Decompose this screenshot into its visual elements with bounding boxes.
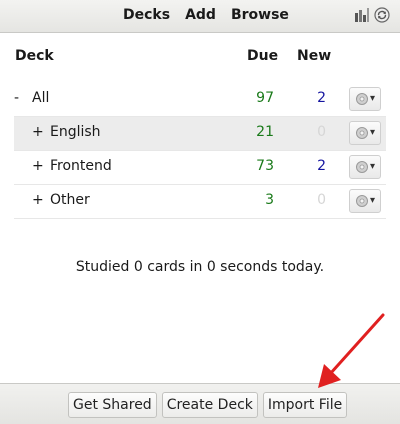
deck-label[interactable]: Other — [50, 192, 90, 208]
bottom-bar: Get Shared Create Deck Import File — [0, 383, 400, 424]
deck-table-header: Deck Due New — [14, 40, 386, 72]
gear-icon — [355, 127, 368, 139]
gear-icon — [355, 195, 368, 207]
new-count: 0 — [317, 192, 326, 208]
due-count: 3 — [265, 192, 274, 208]
header-due: Due — [247, 48, 279, 64]
due-count: 21 — [256, 124, 274, 140]
nav-decks-link[interactable]: Decks — [123, 7, 170, 23]
deck-row-other[interactable]: + Other 3 0 ▾ — [14, 185, 386, 219]
sync-icon[interactable] — [374, 7, 390, 23]
deck-label[interactable]: English — [50, 124, 101, 140]
deck-label[interactable]: Frontend — [50, 158, 112, 174]
gear-icon — [355, 93, 368, 105]
chevron-down-icon: ▾ — [369, 127, 376, 138]
bottom-buttons: Get Shared Create Deck Import File — [68, 392, 348, 418]
expand-toggle[interactable]: + — [32, 158, 50, 174]
collapse-toggle[interactable]: - — [14, 90, 32, 106]
new-count: 2 — [317, 158, 326, 174]
expand-toggle[interactable]: + — [32, 192, 50, 208]
top-toolbar: Decks Add Browse — [0, 0, 400, 33]
deck-name[interactable]: + English — [14, 124, 101, 140]
header-deck: Deck — [15, 48, 54, 64]
deck-row-frontend[interactable]: + Frontend 73 2 ▾ — [14, 151, 386, 185]
deck-options-button[interactable]: ▾ — [349, 189, 381, 213]
deck-table: Deck Due New -All 97 2 ▾ +English 21 0 — [14, 40, 386, 219]
deck-name[interactable]: + Frontend — [14, 158, 112, 174]
deck-options-button[interactable]: ▾ — [349, 155, 381, 179]
get-shared-button[interactable]: Get Shared — [68, 392, 157, 418]
main-nav: Decks Add Browse — [123, 7, 289, 23]
new-count: 0 — [317, 124, 326, 140]
chevron-down-icon: ▾ — [369, 161, 376, 172]
chevron-down-icon: ▾ — [369, 195, 376, 206]
due-count: 73 — [256, 158, 274, 174]
toolbar-icons — [354, 7, 390, 23]
expand-toggle[interactable]: + — [32, 124, 50, 140]
study-status: Studied 0 cards in 0 seconds today. — [75, 259, 325, 275]
deck-options-button[interactable]: ▾ — [349, 121, 381, 145]
create-deck-button[interactable]: Create Deck — [161, 392, 258, 418]
deck-name[interactable]: + Other — [14, 192, 90, 208]
deck-row-all[interactable]: - All 97 2 ▾ — [14, 83, 386, 117]
import-file-button[interactable]: Import File — [262, 392, 348, 418]
nav-browse-link[interactable]: Browse — [231, 7, 289, 23]
deck-label[interactable]: All — [32, 90, 49, 106]
stats-icon[interactable] — [354, 7, 370, 23]
header-new: New — [297, 48, 332, 64]
gear-icon — [355, 161, 368, 173]
nav-add-link[interactable]: Add — [185, 7, 216, 23]
due-count: 97 — [256, 90, 274, 106]
deck-options-button[interactable]: ▾ — [349, 87, 381, 111]
new-count: 2 — [317, 90, 326, 106]
deck-row-english[interactable]: + English 21 0 ▾ — [14, 117, 386, 151]
deck-name[interactable]: - All — [14, 90, 49, 106]
chevron-down-icon: ▾ — [369, 93, 376, 104]
